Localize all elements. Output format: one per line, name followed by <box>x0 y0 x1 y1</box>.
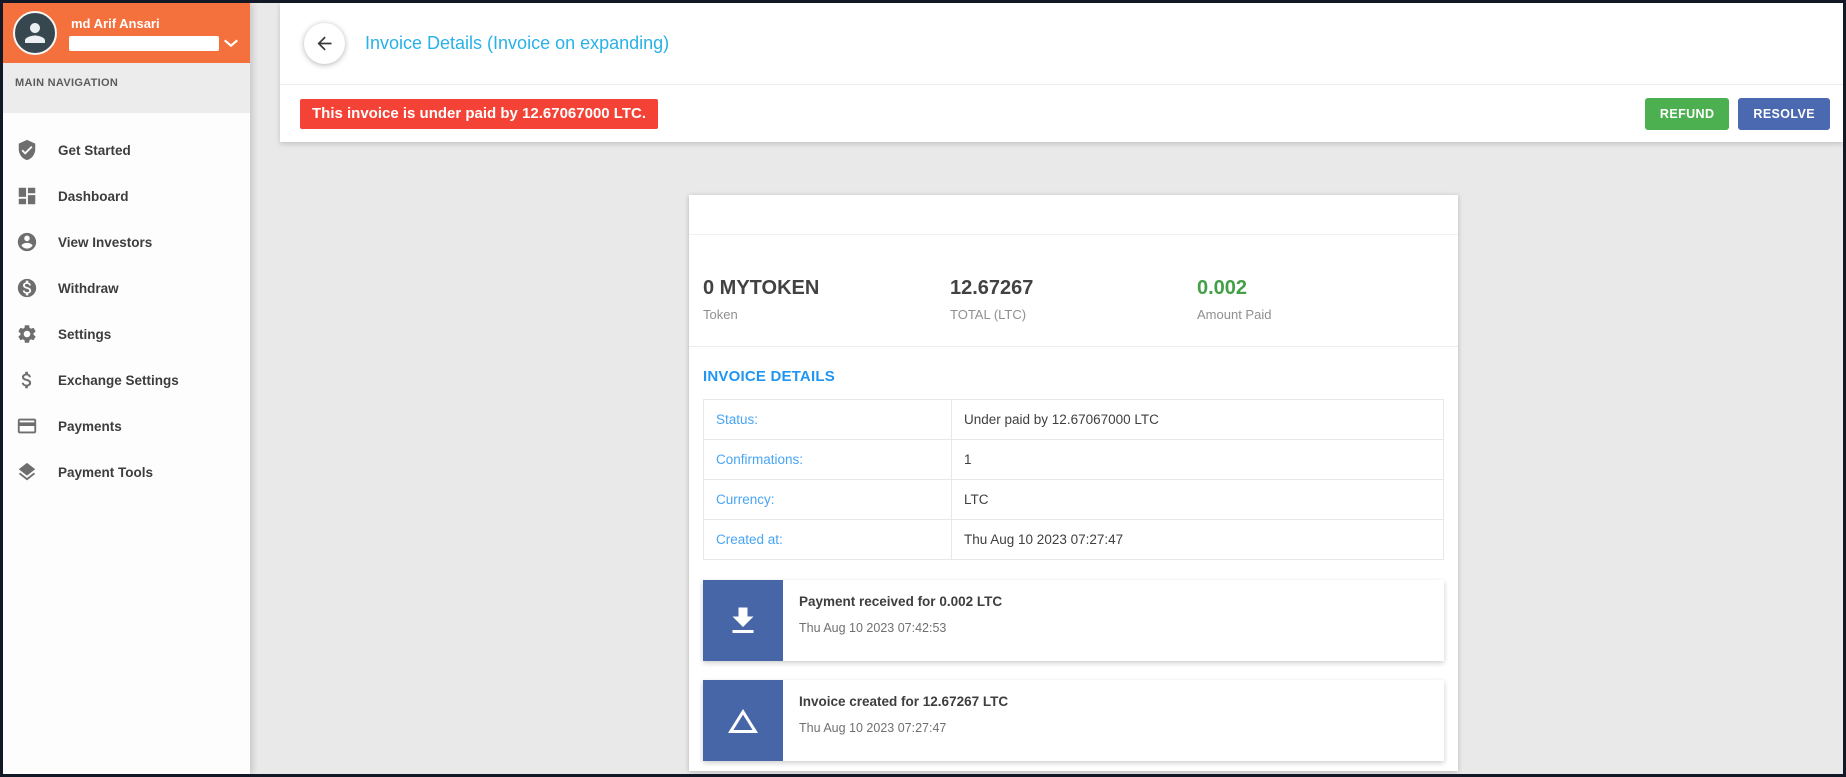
detail-value: Thu Aug 10 2023 07:27:47 <box>951 519 1444 560</box>
detail-value: LTC <box>951 479 1444 520</box>
user-meta: md Arif Ansari <box>57 16 240 51</box>
event-payment-received: Payment received for 0.002 LTC Thu Aug 1… <box>703 580 1444 661</box>
sidebar-item-label: Payment Tools <box>58 464 154 480</box>
sidebar-item-label: Payments <box>58 418 122 434</box>
sidebar-item-label: View Investors <box>58 234 153 250</box>
stat-total: 12.67267 TOTAL (LTC) <box>950 277 1197 322</box>
invoice-header-panel: Invoice Details (Invoice on expanding) T… <box>280 3 1843 142</box>
sidebar-item-label: Get Started <box>58 142 131 158</box>
page-title: Invoice Details (Invoice on expanding) <box>365 33 670 53</box>
user-email-redacted <box>69 35 219 51</box>
detail-label: Status: <box>703 399 952 440</box>
invoice-events: Payment received for 0.002 LTC Thu Aug 1… <box>703 580 1444 761</box>
event-title: Payment received for 0.002 LTC <box>799 594 1003 609</box>
invoice-details-heading: INVOICE DETAILS <box>703 368 835 385</box>
invoice-card-header <box>689 195 1458 235</box>
sidebar-item-label: Dashboard <box>58 188 129 204</box>
sidebar-item-label: Settings <box>58 326 112 342</box>
event-body: Invoice created for 12.67267 LTC Thu Aug… <box>783 680 1008 761</box>
table-row-confirmations: Confirmations: 1 <box>703 439 1444 480</box>
sidebar-item-view-investors[interactable]: View Investors <box>3 219 250 265</box>
sidebar-item-payment-tools[interactable]: Payment Tools <box>3 449 250 495</box>
detail-label: Confirmations: <box>703 439 952 480</box>
alert-row: This invoice is under paid by 12.6706700… <box>280 85 1843 142</box>
person-circle-icon <box>16 231 38 253</box>
credit-card-icon <box>16 415 38 437</box>
detail-label: Created at: <box>703 519 952 560</box>
invoice-card: 0 MYTOKEN Token 12.67267 TOTAL (LTC) 0.0… <box>689 195 1458 771</box>
sidebar-nav: Get Started Dashboard View Investors Wit… <box>3 113 250 495</box>
nav-section-title: MAIN NAVIGATION <box>3 63 250 113</box>
underpaid-alert: This invoice is under paid by 12.6706700… <box>300 98 659 129</box>
event-date: Thu Aug 10 2023 07:42:53 <box>799 621 947 635</box>
layers-icon <box>16 461 38 483</box>
detail-label: Currency: <box>703 479 952 520</box>
invoice-stats: 0 MYTOKEN Token 12.67267 TOTAL (LTC) 0.0… <box>689 235 1458 347</box>
dollar-circle-icon <box>16 277 38 299</box>
stat-amount-paid-value: 0.002 <box>1197 277 1248 299</box>
stat-amount-paid: 0.002 Amount Paid <box>1197 277 1444 322</box>
user-name: md Arif Ansari <box>71 15 160 31</box>
sidebar-item-label: Exchange Settings <box>58 372 179 388</box>
table-row-created-at: Created at: Thu Aug 10 2023 07:27:47 <box>703 519 1444 560</box>
avatar <box>13 11 57 55</box>
user-bar-row <box>69 35 240 51</box>
table-row-status: Status: Under paid by 12.67067000 LTC <box>703 399 1444 440</box>
gear-icon <box>16 323 38 345</box>
app-window: md Arif Ansari MAIN NAVIGATION Get Start… <box>0 0 1846 777</box>
detail-value: 1 <box>951 439 1444 480</box>
dollar-icon <box>16 369 38 391</box>
chevron-down-icon[interactable] <box>222 36 240 50</box>
person-icon <box>25 23 45 43</box>
event-title: Invoice created for 12.67267 LTC <box>799 694 1009 709</box>
table-row-currency: Currency: LTC <box>703 479 1444 520</box>
stat-token: 0 MYTOKEN Token <box>703 277 950 322</box>
stat-token-value: 0 MYTOKEN <box>703 277 820 299</box>
download-icon <box>703 580 783 661</box>
sidebar: md Arif Ansari MAIN NAVIGATION Get Start… <box>3 3 250 774</box>
sidebar-item-payments[interactable]: Payments <box>3 403 250 449</box>
sidebar-item-exchange-settings[interactable]: Exchange Settings <box>3 357 250 403</box>
stat-total-label: TOTAL (LTC) <box>950 307 1027 322</box>
arrow-left-icon <box>317 36 332 51</box>
invoice-details-table: Status: Under paid by 12.67067000 LTC Co… <box>703 399 1444 560</box>
shield-check-icon <box>16 139 38 161</box>
back-button[interactable] <box>304 23 345 64</box>
dashboard-grid-icon <box>16 185 38 207</box>
user-panel[interactable]: md Arif Ansari <box>3 3 250 63</box>
resolve-button[interactable]: RESOLVE <box>1738 97 1830 130</box>
refund-button[interactable]: REFUND <box>1644 97 1730 130</box>
stat-amount-paid-label: Amount Paid <box>1197 307 1272 322</box>
title-row: Invoice Details (Invoice on expanding) <box>280 3 1843 85</box>
triangle-icon <box>703 680 783 761</box>
event-date: Thu Aug 10 2023 07:27:47 <box>799 721 947 735</box>
sidebar-item-withdraw[interactable]: Withdraw <box>3 265 250 311</box>
sidebar-item-label: Withdraw <box>58 280 119 296</box>
detail-value: Under paid by 12.67067000 LTC <box>951 399 1444 440</box>
sidebar-item-dashboard[interactable]: Dashboard <box>3 173 250 219</box>
stat-total-value: 12.67267 <box>950 277 1034 299</box>
sidebar-item-get-started[interactable]: Get Started <box>3 127 250 173</box>
event-body: Payment received for 0.002 LTC Thu Aug 1… <box>783 580 1002 661</box>
main-content: Invoice Details (Invoice on expanding) T… <box>250 3 1843 774</box>
sidebar-item-settings[interactable]: Settings <box>3 311 250 357</box>
event-invoice-created: Invoice created for 12.67267 LTC Thu Aug… <box>703 680 1444 761</box>
stat-token-label: Token <box>703 307 738 322</box>
